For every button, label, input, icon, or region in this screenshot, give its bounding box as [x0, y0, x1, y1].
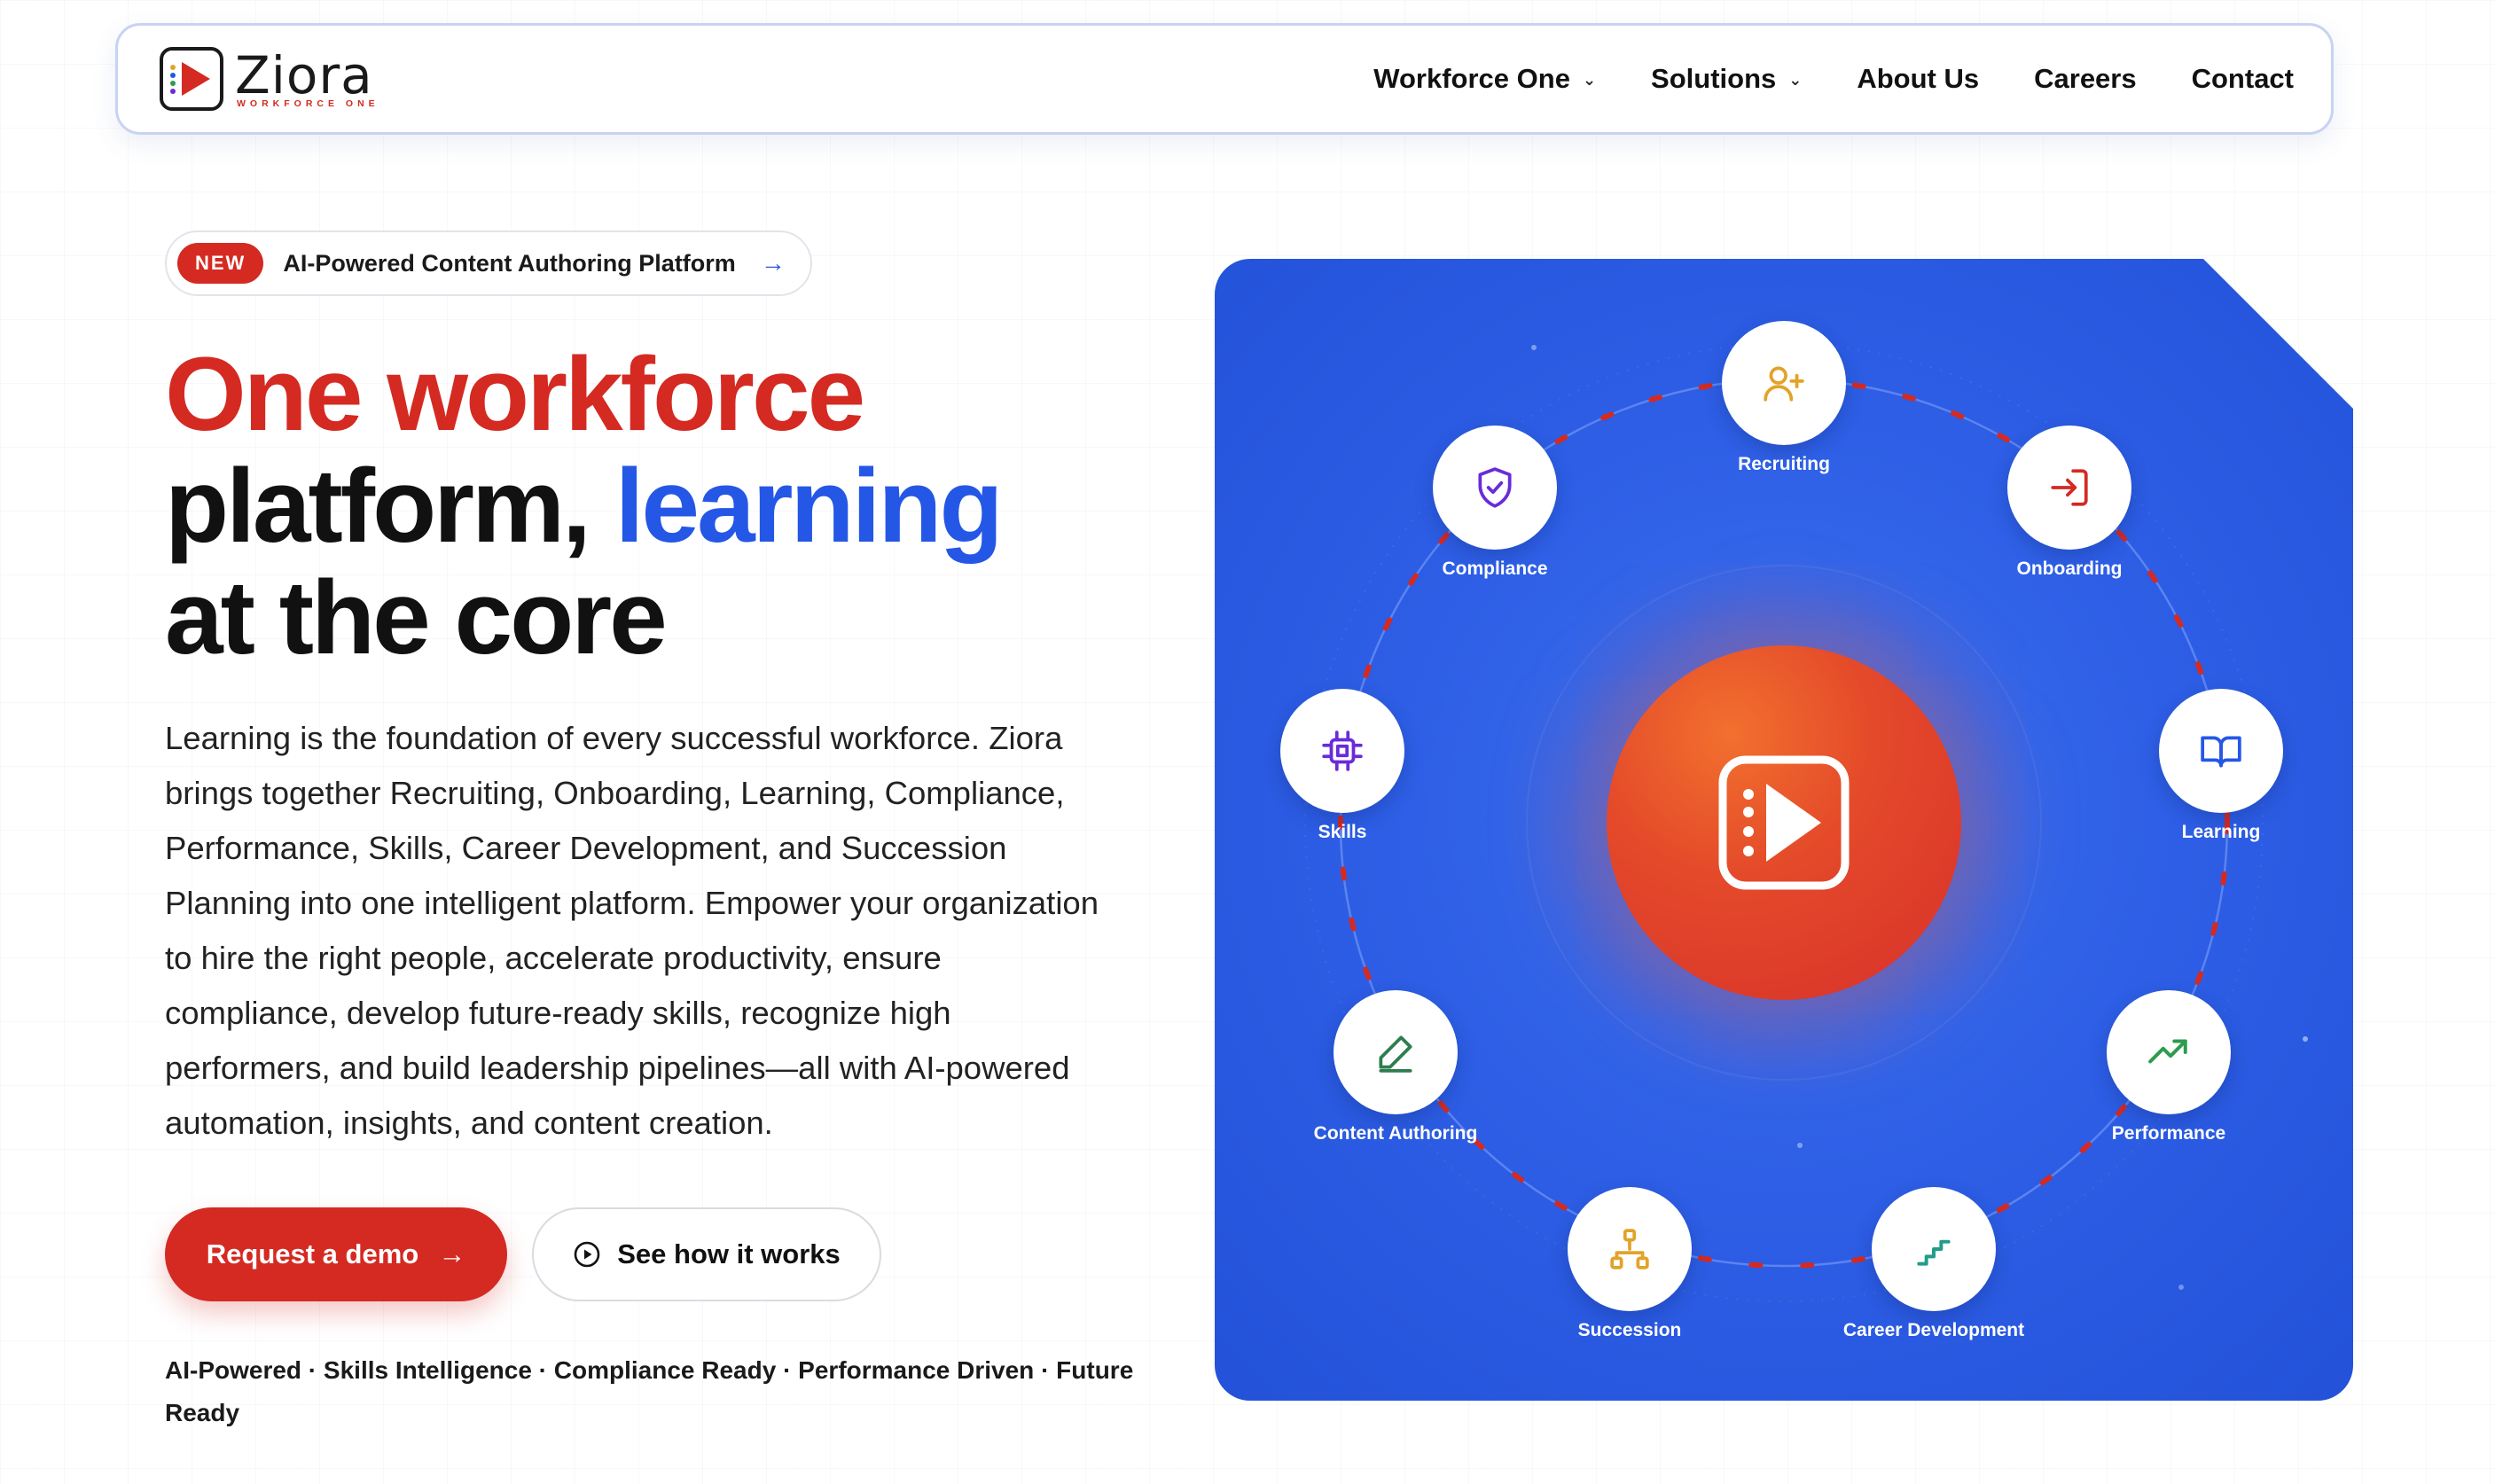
hero-title-highlight: learning [614, 448, 1004, 565]
hero-title-line2-a: platform, [165, 448, 615, 565]
module-label-succession: Succession [1577, 1320, 1682, 1340]
module-recruiting-node[interactable] [1722, 321, 1846, 445]
arrow-right-icon: → [438, 1238, 466, 1269]
module-label-skills: Skills [1318, 822, 1367, 842]
arrow-right-icon: → [760, 249, 786, 277]
see-how-label: See how it works [617, 1238, 841, 1269]
nav-item-careers[interactable]: Careers [2034, 63, 2136, 95]
user-plus-icon [1764, 366, 1804, 402]
brand-logo[interactable]: Ziora WORKFORCE ONE [159, 46, 379, 112]
hero-title: One workforce platform, learning at the … [165, 336, 1004, 676]
request-demo-button[interactable]: Request a demo → [165, 1207, 507, 1301]
chevron-down-icon: ⌄ [1582, 70, 1597, 89]
module-compliance-node[interactable] [1433, 426, 1557, 550]
pen-icon [1379, 1035, 1412, 1073]
module-onboarding-node[interactable] [2007, 426, 2131, 550]
module-label-performance: Performance [2111, 1123, 2226, 1144]
navbar: Ziora WORKFORCE ONE Workforce One ⌄ Solu… [115, 23, 2334, 135]
hero-description: Learning is the foundation of every succ… [165, 720, 1099, 1141]
hierarchy-icon [1610, 1229, 1649, 1269]
announcement-text: AI-Powered Content Authoring Platform [283, 249, 736, 277]
trending-up-icon [2148, 1039, 2187, 1064]
play-circle-icon [574, 1241, 600, 1268]
book-open-icon [2201, 736, 2241, 768]
module-content-authoring-node[interactable] [1334, 990, 1458, 1114]
nav-item-about-us[interactable]: About Us [1857, 63, 1979, 95]
nav-item-label: Solutions [1651, 63, 1777, 94]
brand-subtitle: WORKFORCE ONE [237, 98, 379, 109]
chevron-down-icon: ⌄ [1788, 70, 1803, 89]
shield-check-icon [1478, 467, 1512, 508]
module-label-content-authoring: Content Authoring [1313, 1123, 1478, 1144]
module-skills-node[interactable] [1280, 689, 1404, 813]
module-succession-node[interactable] [1568, 1187, 1692, 1311]
center-logo [1607, 645, 1961, 1000]
chip-icon [1322, 730, 1363, 771]
nav-item-label: About Us [1857, 63, 1980, 94]
hero-title-line3: at the core [165, 559, 668, 676]
hero-title-line1: One workforce [165, 336, 865, 453]
stairs-icon [1917, 1239, 1951, 1266]
module-label-career-development: Career Development [1842, 1320, 2025, 1340]
login-icon [2051, 469, 2088, 506]
nav-item-label: Careers [2034, 63, 2137, 94]
brand-name: Ziora [235, 44, 373, 105]
module-label-recruiting: Recruiting [1738, 454, 1830, 474]
play-logo-icon [1718, 755, 1850, 890]
request-demo-label: Request a demo [206, 1238, 419, 1269]
feature-tagline: AI-Powered · Skills Intelligence · Compl… [165, 1356, 1134, 1426]
logo-play-icon [160, 47, 223, 111]
nav-item-label: Workforce One [1373, 63, 1570, 94]
module-label-onboarding: Onboarding [2016, 558, 2123, 579]
nav-item-workforce-one[interactable]: Workforce One ⌄ [1373, 63, 1596, 95]
nav-item-solutions[interactable]: Solutions ⌄ [1651, 63, 1802, 95]
platform-modules-visual: Recruiting Onboarding Learning Performan… [1215, 259, 2353, 1401]
new-tag: NEW [177, 243, 264, 284]
module-label-learning: Learning [2181, 822, 2261, 842]
nav-item-label: Contact [2191, 63, 2294, 94]
module-performance-node[interactable] [2107, 990, 2231, 1114]
module-learning-node[interactable] [2159, 689, 2283, 813]
announcement-badge[interactable]: NEW AI-Powered Content Authoring Platfor… [165, 230, 812, 296]
see-how-it-works-button[interactable]: See how it works [532, 1207, 881, 1301]
module-label-compliance: Compliance [1442, 558, 1548, 579]
main-nav: Workforce One ⌄ Solutions ⌄ About Us Car… [1373, 63, 2294, 95]
nav-item-contact[interactable]: Contact [2192, 63, 2294, 95]
module-career-development-node[interactable] [1872, 1187, 1996, 1311]
